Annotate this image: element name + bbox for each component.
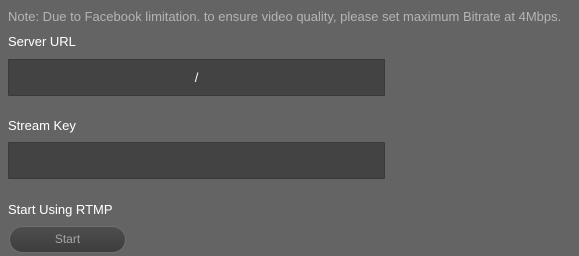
start-button[interactable]: Start: [9, 226, 126, 253]
stream-key-label: Stream Key: [8, 118, 76, 133]
stream-key-input[interactable]: [8, 142, 385, 179]
server-url-label: Server URL: [8, 34, 76, 49]
bitrate-note: Note: Due to Facebook limitation. to ens…: [8, 9, 562, 24]
start-rtmp-label: Start Using RTMP: [8, 202, 113, 217]
server-url-input[interactable]: [8, 59, 385, 96]
